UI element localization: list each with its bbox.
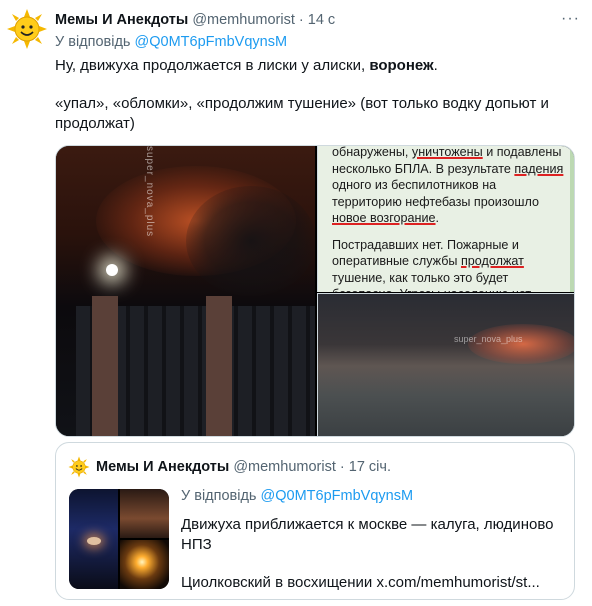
media-screenshot-text[interactable]: обнаружены, уничтожены и подавлены неско… bbox=[317, 146, 574, 292]
text-segment: . bbox=[433, 57, 438, 74]
doc-underlined: уничтожены bbox=[411, 146, 483, 159]
smoke-cloud bbox=[186, 186, 315, 296]
doc-underlined: новое возгорание bbox=[332, 211, 436, 225]
media-photo-smoke-dusk[interactable]: super_nova_plus bbox=[317, 293, 574, 436]
separator: · bbox=[298, 12, 304, 28]
quoted-tweet[interactable]: Мемы И Анекдоты @memhumorist · 17 січ. У… bbox=[55, 442, 575, 600]
tweet-text-line2: «упал», «обломки», «продолжим тушение» (… bbox=[55, 95, 549, 132]
reply-context: У відповідь @Q0MT6pFmbVqynsM bbox=[55, 34, 287, 50]
quoted-media bbox=[69, 489, 169, 589]
media-grid[interactable]: super_nova_plus обнаружены, уничтожены и… bbox=[55, 145, 575, 437]
doc-text: обнаружены, bbox=[332, 146, 412, 159]
quoted-author-handle: @memhumorist bbox=[233, 459, 336, 475]
text-segment: Ну, движуха продолжается в лиски у алиск… bbox=[55, 57, 370, 74]
timestamp[interactable]: 14 с bbox=[308, 12, 335, 28]
quoted-text-line1: Движуха приближается к москве — калуга, … bbox=[181, 516, 554, 553]
reply-prefix: У відповідь bbox=[55, 34, 131, 50]
separator: · bbox=[339, 459, 345, 475]
fire-glow bbox=[468, 324, 574, 364]
screenshot-paragraph-2: Пострадавших нет. Пожарные и оперативные… bbox=[332, 237, 564, 293]
fence-pillar bbox=[206, 296, 232, 436]
quoted-reply-context: У відповідь @Q0MT6pFmbVqynsM bbox=[181, 488, 413, 504]
screenshot-document: обнаружены, уничтожены и подавлены неско… bbox=[332, 146, 564, 292]
reply-mention-link[interactable]: @Q0MT6pFmbVqynsM bbox=[135, 34, 288, 50]
fence-pillar bbox=[92, 296, 118, 436]
doc-underlined: продолжат bbox=[460, 254, 524, 268]
tweet-text: Ну, движуха продолжается в лиски у алиск… bbox=[55, 56, 575, 134]
quoted-reply-mention: @Q0MT6pFmbVqynsM bbox=[260, 488, 414, 504]
tweet-text-line1: Ну, движуха продолжается в лиски у алиск… bbox=[55, 56, 575, 76]
quoted-text-segment: Циолковский в восхищении bbox=[181, 574, 377, 591]
light-spot bbox=[87, 537, 101, 545]
tweet-header: Мемы И Анекдоты @memhumorist · 14 с bbox=[55, 12, 335, 28]
quoted-author-name: Мемы И Анекдоты bbox=[96, 459, 230, 475]
quoted-tweet-header: Мемы И Анекдоты @memhumorist · 17 січ. bbox=[96, 459, 391, 475]
doc-underlined: падения bbox=[514, 161, 564, 176]
quoted-thumb-lamp bbox=[120, 540, 169, 589]
more-options-icon[interactable]: ··· bbox=[561, 10, 580, 28]
quoted-text-line2: Циолковский в восхищении x.com/memhumori… bbox=[181, 573, 566, 593]
author-handle[interactable]: @memhumorist bbox=[192, 12, 295, 28]
screenshot-scrollbar bbox=[570, 146, 574, 292]
street-lamp bbox=[106, 264, 118, 276]
quoted-reply-prefix: У відповідь bbox=[181, 488, 257, 504]
tweet[interactable]: Мемы И Анекдоты @memhumorist · 14 с ··· … bbox=[0, 0, 592, 606]
quoted-timestamp: 17 січ. bbox=[348, 459, 391, 475]
author-name[interactable]: Мемы И Анекдоты bbox=[55, 12, 188, 28]
text-bold-segment: воронеж bbox=[369, 57, 434, 74]
media-photo-fire-night[interactable]: super_nova_plus bbox=[56, 146, 315, 436]
quoted-thumb-night-road bbox=[69, 489, 118, 589]
doc-text: тушение, как только это будет безопасно.… bbox=[332, 270, 533, 293]
doc-text: . bbox=[435, 211, 440, 225]
screenshot-paragraph-1: обнаружены, уничтожены и подавлены неско… bbox=[332, 146, 564, 227]
sun-avatar-icon[interactable] bbox=[6, 8, 48, 50]
quoted-tweet-text: Движуха приближается к москве — калуга, … bbox=[181, 515, 566, 593]
sun-avatar-small-icon bbox=[68, 456, 90, 478]
photo-watermark: super_nova_plus bbox=[454, 334, 523, 344]
quoted-thumb-sky bbox=[120, 489, 169, 538]
doc-text: одного из беспилотников на территорию не… bbox=[332, 178, 540, 209]
photo-watermark: super_nova_plus bbox=[144, 146, 155, 238]
quoted-link: x.com/memhumorist/st... bbox=[376, 574, 540, 591]
